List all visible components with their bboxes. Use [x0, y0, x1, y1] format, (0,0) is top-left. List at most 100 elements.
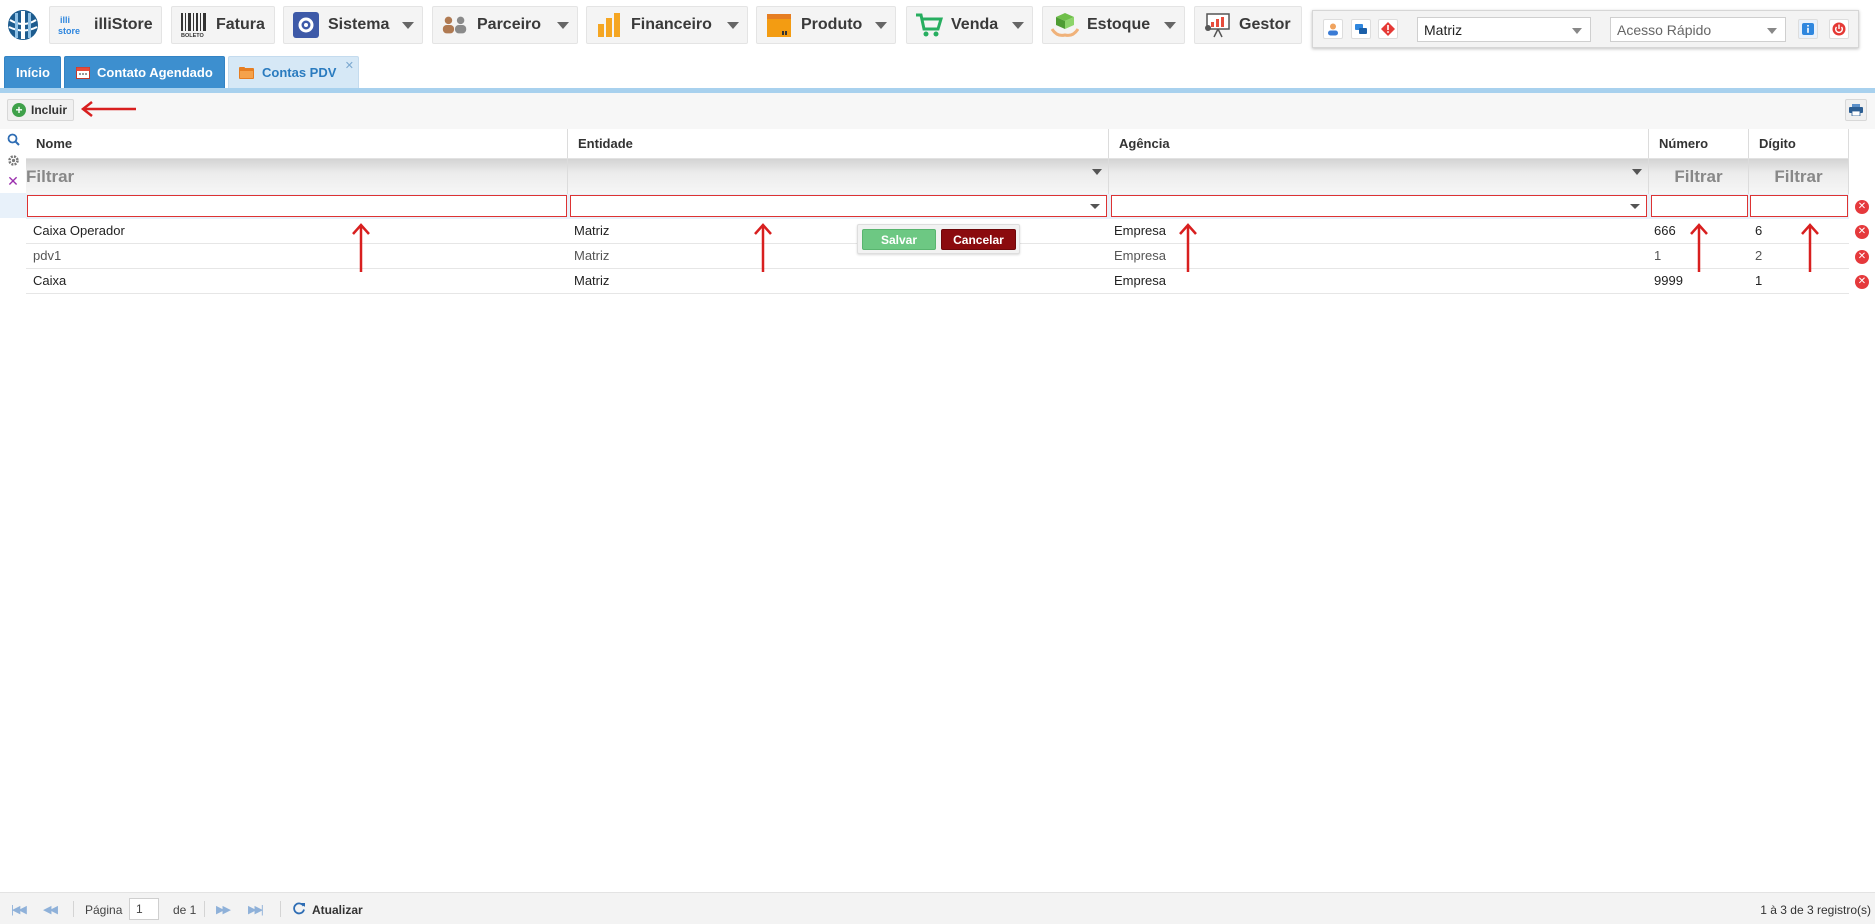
- menu-estoque[interactable]: Estoque: [1042, 6, 1185, 44]
- tab-contato-agendado[interactable]: Contato Agendado: [64, 56, 225, 88]
- numero-input[interactable]: [1651, 195, 1748, 217]
- gear-icon[interactable]: [6, 153, 20, 167]
- tab-label: Início: [16, 65, 50, 80]
- quick-access-select[interactable]: Acesso Rápido: [1610, 17, 1786, 42]
- menu-venda[interactable]: Venda: [906, 6, 1033, 44]
- tab-inicio[interactable]: Início: [4, 56, 61, 88]
- svg-text:BOLETO: BOLETO: [181, 33, 205, 38]
- prev-page-icon[interactable]: ◀◀: [43, 903, 58, 916]
- column-header-label: Dígito: [1759, 136, 1796, 151]
- menu-label: Financeiro: [631, 16, 712, 33]
- delete-row-icon[interactable]: ✕: [1855, 250, 1869, 264]
- nome-input[interactable]: [27, 195, 567, 217]
- column-header-nome[interactable]: Nome: [26, 129, 568, 159]
- cell-digito: 6: [1755, 223, 1763, 238]
- filter-digito[interactable]: Filtrar: [1749, 159, 1849, 194]
- cell-digito: 2: [1755, 248, 1763, 263]
- digito-input[interactable]: [1750, 195, 1848, 217]
- delete-row-icon[interactable]: ✕: [1855, 225, 1869, 239]
- menu-label: Venda: [951, 16, 999, 33]
- refresh-icon[interactable]: [292, 901, 306, 918]
- column-header-label: Agência: [1119, 136, 1170, 151]
- filter-placeholder: Filtrar: [1774, 167, 1823, 186]
- tab-label: Contas PDV: [262, 65, 337, 80]
- plus-icon: +: [12, 103, 26, 117]
- menu-parceiro[interactable]: Parceiro: [432, 6, 578, 44]
- pager-separator: [73, 901, 74, 917]
- column-header-label: Entidade: [578, 136, 633, 151]
- column-header-digito[interactable]: Dígito: [1749, 129, 1849, 159]
- row-editor-buttons: Salvar Cancelar: [857, 224, 1020, 254]
- menu-illistore[interactable]: illi store illiStore: [49, 6, 162, 44]
- refresh-button[interactable]: Atualizar: [312, 903, 363, 917]
- cell-nome: Caixa Operador: [33, 223, 125, 238]
- power-icon[interactable]: [1829, 19, 1849, 39]
- chevron-down-icon: [1632, 169, 1642, 175]
- search-icon[interactable]: [6, 132, 20, 146]
- menu-produto[interactable]: Produto: [756, 6, 896, 44]
- menu-financeiro[interactable]: Financeiro: [586, 6, 748, 44]
- cell-nome: pdv1: [33, 248, 62, 263]
- cell-numero: 666: [1654, 223, 1676, 238]
- people-icon: [441, 11, 469, 39]
- filter-numero[interactable]: Filtrar: [1649, 159, 1749, 194]
- tab-label: Contato Agendado: [97, 65, 213, 80]
- alert-icon[interactable]: [1378, 19, 1398, 39]
- cell-entidade: Matriz: [574, 223, 610, 238]
- print-button[interactable]: [1845, 99, 1867, 121]
- table-row[interactable]: Caixa Matriz Empresa 9999 1: [26, 269, 1849, 294]
- page-label: Página: [85, 903, 123, 917]
- cart-icon: [915, 11, 943, 39]
- cell-entidade: Matriz: [574, 248, 610, 263]
- tab-contas-pdv[interactable]: Contas PDV ✕: [228, 56, 359, 88]
- presentation-icon: [1203, 11, 1231, 39]
- annotation-arrow-up: [754, 223, 772, 272]
- menu-label: illiStore: [94, 16, 153, 33]
- chevron-down-icon: [402, 21, 414, 29]
- save-button[interactable]: Salvar: [862, 229, 936, 250]
- filter-agencia[interactable]: [1109, 159, 1649, 194]
- close-icon[interactable]: ✕: [345, 59, 354, 72]
- next-page-icon[interactable]: ▶▶: [216, 903, 231, 916]
- chat-icon[interactable]: [1351, 19, 1371, 39]
- tab-bar: Início Contato Agendado Contas PDV ✕: [0, 52, 1875, 88]
- column-header-agencia[interactable]: Agência: [1109, 129, 1649, 159]
- menu-gestor[interactable]: Gestor: [1194, 6, 1302, 44]
- app-logo-icon[interactable]: [6, 8, 40, 42]
- hand-box-icon: [1051, 11, 1079, 39]
- column-header-numero[interactable]: Número: [1649, 129, 1749, 159]
- column-header-entidade[interactable]: Entidade: [568, 129, 1109, 159]
- agencia-select[interactable]: [1111, 195, 1647, 217]
- filter-placeholder: Filtrar: [1674, 167, 1723, 186]
- menu-fatura[interactable]: BOLETO Fatura: [171, 6, 275, 44]
- grid-side-tools: ✕: [0, 129, 26, 223]
- cancel-button[interactable]: Cancelar: [941, 229, 1016, 250]
- last-page-icon[interactable]: ▶▶|: [248, 903, 264, 916]
- page-total-label: de 1: [173, 903, 197, 917]
- cell-agencia: Empresa: [1114, 223, 1167, 238]
- column-header-label: Nome: [36, 136, 73, 151]
- user-icon[interactable]: [1323, 19, 1343, 39]
- menu-label: Sistema: [328, 16, 390, 33]
- filter-nome[interactable]: Filtrar: [26, 159, 568, 194]
- delete-row-icon[interactable]: ✕: [1855, 200, 1869, 214]
- filter-entidade[interactable]: [568, 159, 1109, 194]
- chevron-down-icon: [1012, 21, 1024, 29]
- add-button[interactable]: + Incluir: [7, 99, 75, 121]
- entidade-select[interactable]: [570, 195, 1107, 217]
- cell-numero: 1: [1654, 248, 1662, 263]
- chevron-down-icon: [557, 21, 569, 29]
- barcode-icon: BOLETO: [180, 11, 208, 39]
- company-select[interactable]: Matriz: [1417, 17, 1591, 42]
- page-number-input[interactable]: 1: [129, 898, 159, 920]
- clear-filter-icon[interactable]: ✕: [6, 173, 20, 189]
- chevron-down-icon: [1092, 169, 1102, 175]
- info-icon[interactable]: [1798, 19, 1818, 39]
- edit-row-gutter: [0, 193, 26, 218]
- quick-access-placeholder: Acesso Rápido: [1617, 22, 1712, 38]
- delete-row-icon[interactable]: ✕: [1855, 275, 1869, 289]
- chevron-down-icon: [1164, 21, 1176, 29]
- annotation-arrow-up: [1801, 223, 1819, 272]
- first-page-icon[interactable]: |◀◀: [11, 903, 27, 916]
- menu-sistema[interactable]: Sistema: [283, 6, 423, 44]
